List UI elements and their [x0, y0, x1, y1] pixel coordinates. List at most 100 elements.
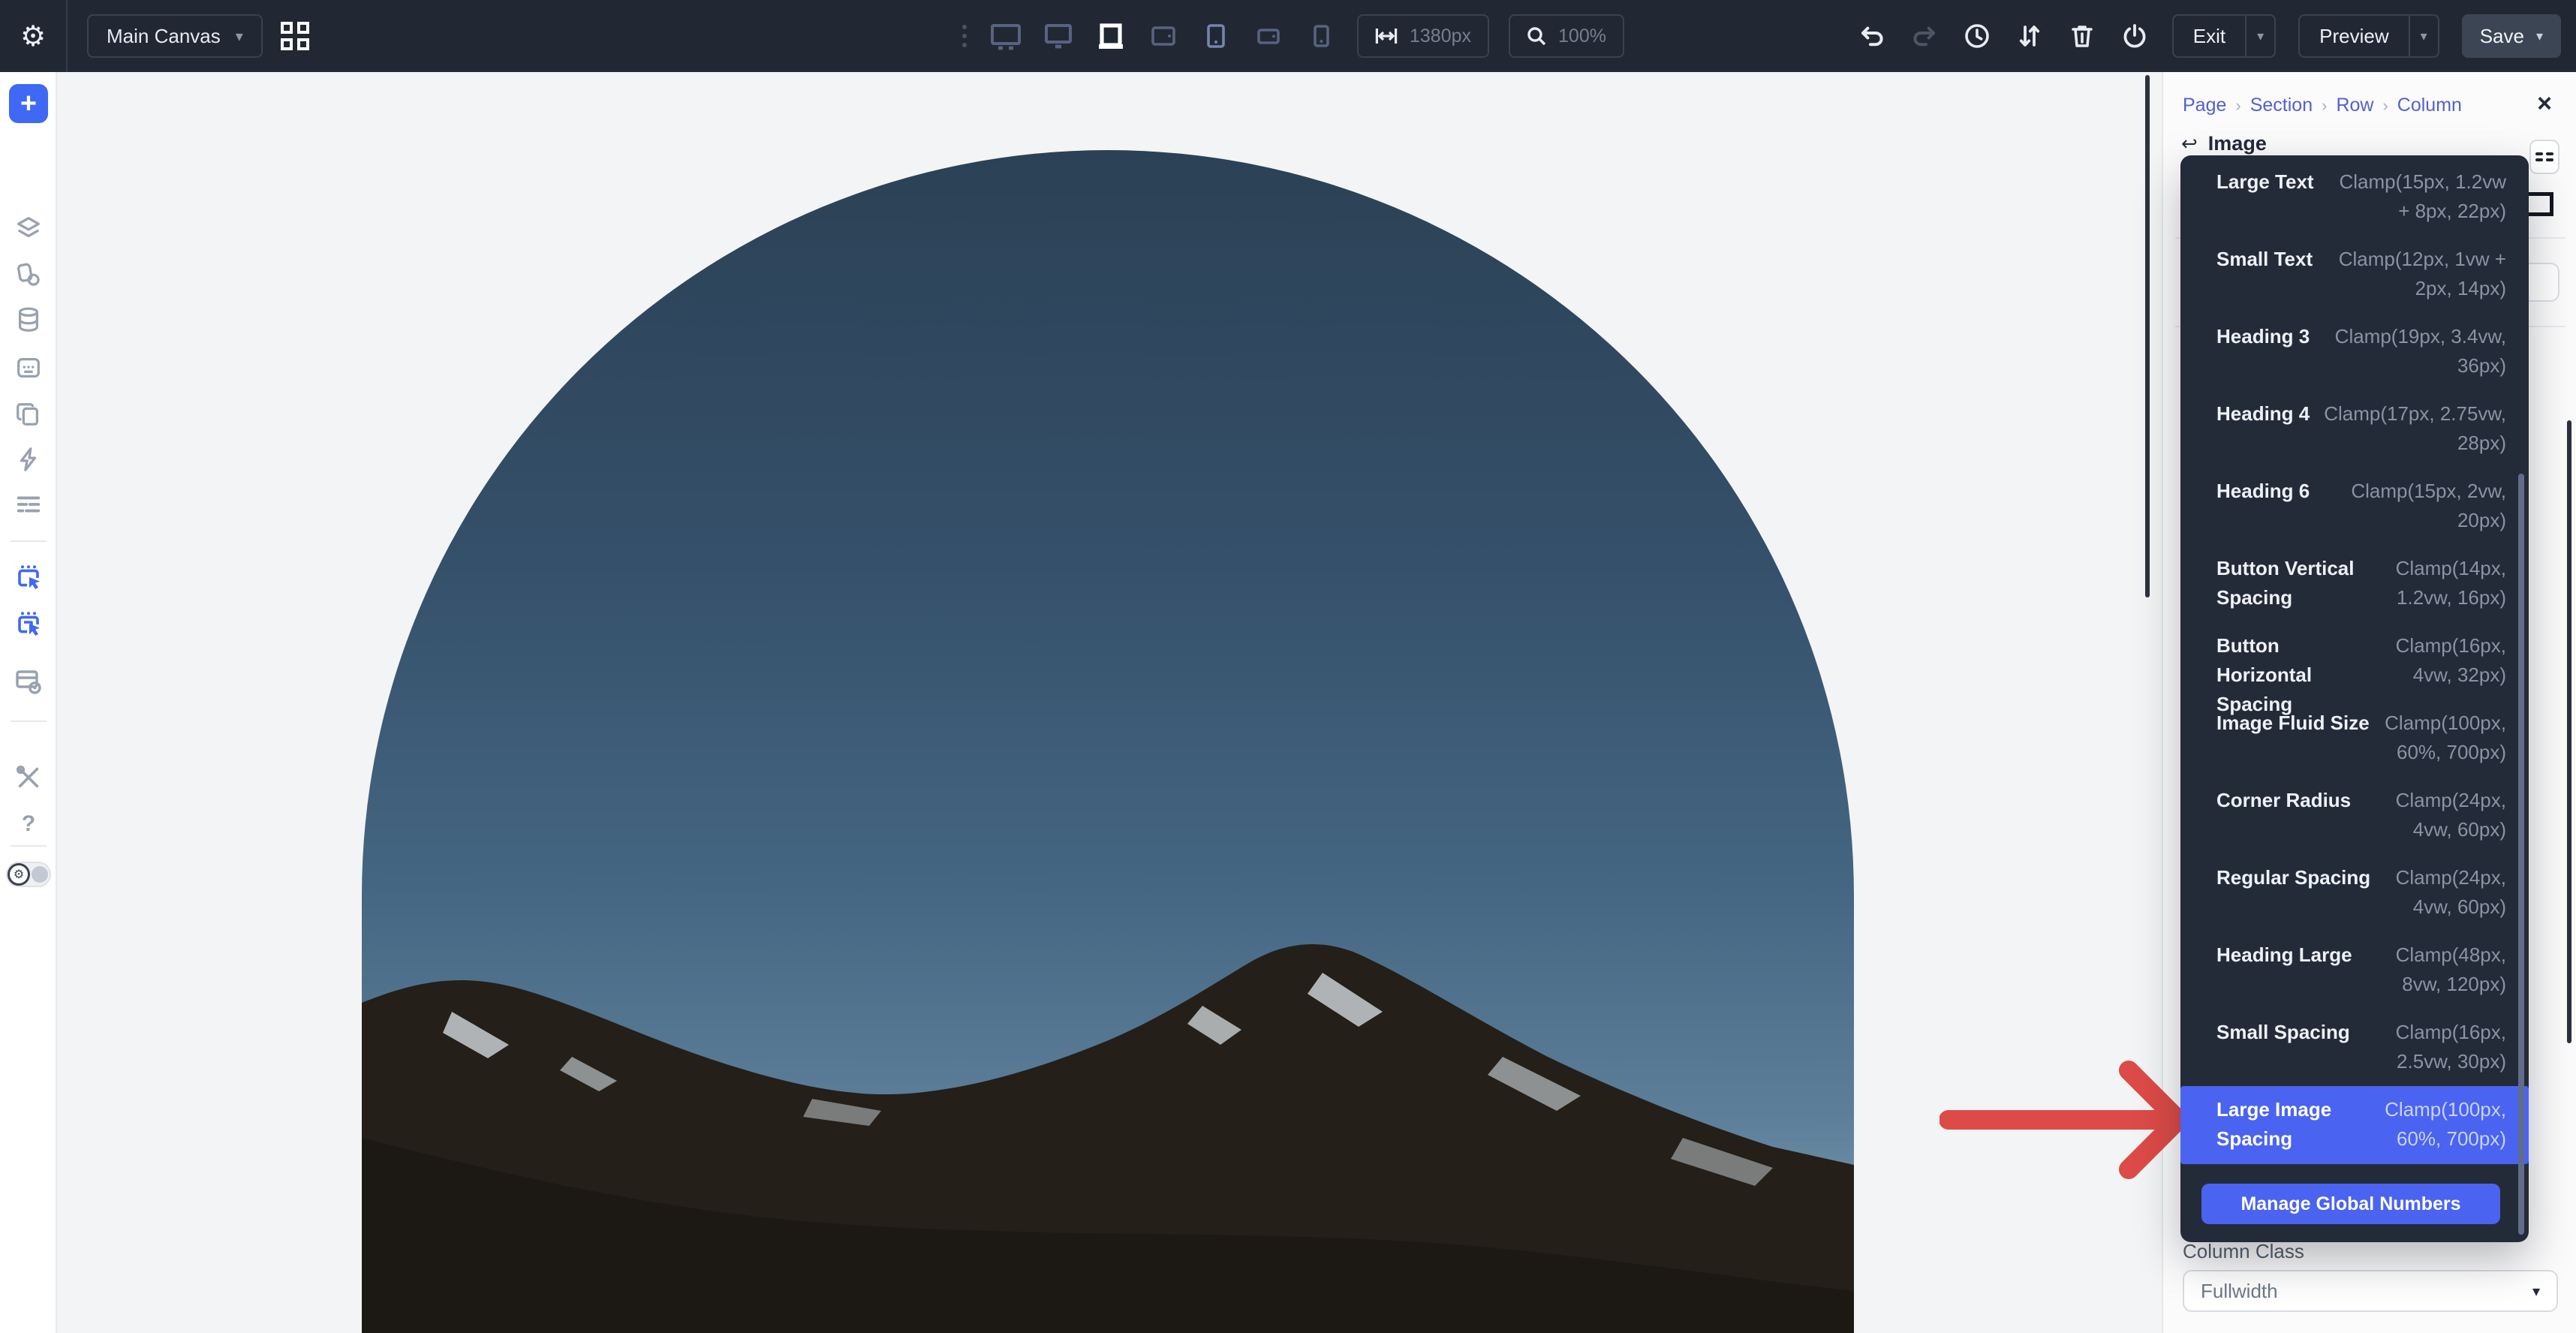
tools-icon[interactable]: [14, 763, 44, 793]
dots-icon: [2535, 152, 2553, 161]
breadcrumb-separator: ›: [2322, 96, 2327, 116]
panel-scrollbar[interactable]: [2567, 420, 2571, 1043]
interaction-select-icon[interactable]: [14, 563, 44, 593]
breadcrumb-column[interactable]: Column: [2397, 95, 2462, 116]
global-number-item[interactable]: Heading 3 Clamp(19px, 3.4vw, 36px): [2180, 313, 2529, 390]
global-number-label: Heading 3: [2216, 322, 2310, 351]
arch-image-block[interactable]: [362, 150, 1854, 1333]
layers-icon[interactable]: [14, 213, 44, 243]
editor-canvas[interactable]: [57, 72, 2162, 1333]
global-number-item[interactable]: Image Fluid SizeClamp(100px, 60%, 700px): [2180, 700, 2529, 777]
save-button[interactable]: Save ▾: [2462, 14, 2561, 58]
global-number-item[interactable]: Heading 6 Clamp(15px, 2vw, 20px): [2180, 468, 2529, 545]
global-number-item[interactable]: Heading LargeClamp(48px, 8vw, 120px): [2180, 931, 2529, 1009]
global-number-item-selected[interactable]: Large Image SpacingClamp(100px, 60%, 700…: [2180, 1086, 2529, 1164]
breadcrumb-page[interactable]: Page: [2183, 95, 2226, 116]
form-field-icon[interactable]: [14, 353, 44, 383]
global-number-label: Heading Large: [2216, 940, 2352, 970]
canvas-zoom-input[interactable]: 100%: [1509, 14, 1624, 58]
global-number-value: Clamp(16px, 2.5vw, 30px): [2362, 1018, 2506, 1076]
help-icon[interactable]: ?: [14, 809, 44, 839]
global-number-value: Clamp(15px, 2vw, 20px): [2322, 477, 2506, 535]
database-icon[interactable]: [14, 305, 44, 335]
global-number-label: Large Image Spacing: [2216, 1095, 2373, 1154]
panel-options-icon-button[interactable]: [2529, 140, 2559, 174]
copy-pages-icon[interactable]: [14, 399, 44, 429]
interaction-select-alt-icon[interactable]: [14, 609, 44, 639]
toggle-gear-icon: ⚙: [8, 863, 30, 886]
manage-global-numbers-button[interactable]: Manage Global Numbers: [2201, 1184, 2500, 1224]
device-desktop-icon[interactable]: [1042, 18, 1075, 54]
global-number-value: Clamp(14px, 1.2vw, 16px): [2391, 554, 2506, 612]
breadcrumb-section[interactable]: Section: [2250, 95, 2313, 116]
design-library-icon[interactable]: [14, 260, 44, 290]
device-toolbar: 1380px 100%: [962, 0, 1624, 72]
preview-button[interactable]: Preview: [2300, 16, 2408, 56]
preview-dropdown-caret[interactable]: ▾: [2409, 16, 2438, 56]
global-number-item[interactable]: Button Horizontal SpacingClamp(16px, 4vw…: [2180, 622, 2529, 700]
device-phone-landscape-icon[interactable]: [1252, 18, 1285, 54]
global-number-value: Clamp(12px, 1vw + 2px, 14px): [2325, 245, 2506, 303]
preview-split-button: Preview ▾: [2298, 14, 2439, 58]
device-tablet-landscape-icon[interactable]: [1147, 18, 1180, 54]
global-number-label: Small Spacing: [2216, 1018, 2350, 1047]
global-number-label: Heading 6: [2216, 477, 2310, 506]
global-number-item[interactable]: Large TextClamp(15px, 1.2vw + 8px, 22px): [2180, 158, 2529, 236]
global-numbers-dropdown: Large TextClamp(15px, 1.2vw + 8px, 22px)…: [2180, 155, 2529, 1242]
global-number-item[interactable]: Heading 4Clamp(17px, 2.75vw, 28px): [2180, 390, 2529, 468]
redo-icon[interactable]: [1909, 21, 1940, 51]
exit-button[interactable]: Exit: [2174, 16, 2245, 56]
global-number-label: Corner Radius: [2216, 786, 2351, 815]
global-number-item[interactable]: Corner Radius Clamp(24px, 4vw, 60px): [2180, 777, 2529, 854]
settings-mode-toggle[interactable]: ⚙: [6, 862, 51, 887]
device-tablet-portrait-icon[interactable]: [1199, 18, 1232, 54]
breadcrumb-row[interactable]: Row: [2336, 95, 2373, 116]
canvas-width-value: 1380px: [1410, 26, 1471, 47]
sort-arrows-icon[interactable]: [2015, 21, 2045, 51]
column-class-select[interactable]: Fullwidth ▾: [2183, 1270, 2558, 1312]
left-sidebar: +: [0, 72, 57, 1333]
canvas-width-input[interactable]: 1380px: [1357, 14, 1489, 58]
global-number-label: Button Horizontal Spacing: [2216, 631, 2379, 719]
trash-icon[interactable]: [2067, 21, 2097, 51]
global-number-value: Clamp(24px, 4vw, 60px): [2363, 786, 2506, 844]
add-block-button[interactable]: +: [9, 84, 48, 123]
width-arrows-icon: [1375, 27, 1398, 45]
global-number-item[interactable]: Small Spacing Clamp(16px, 2.5vw, 30px): [2180, 1009, 2529, 1086]
element-title: Image: [2208, 132, 2267, 155]
breadcrumb: Page › Section › Row › Column: [2183, 95, 2462, 116]
sidebar-divider: [11, 540, 47, 542]
device-desktop-large-icon[interactable]: [989, 18, 1022, 54]
breadcrumb-separator: ›: [2235, 96, 2240, 116]
close-panel-icon[interactable]: ×: [2529, 89, 2559, 119]
power-icon[interactable]: [2120, 21, 2150, 51]
global-number-value: Clamp(100px, 60%, 700px): [2385, 1095, 2506, 1154]
history-clock-icon[interactable]: [1962, 21, 1992, 51]
device-phone-portrait-icon[interactable]: [1305, 18, 1338, 54]
global-number-label: Button Vertical Spacing: [2216, 554, 2379, 612]
device-laptop-icon-active[interactable]: [1094, 18, 1127, 54]
grid-view-icon[interactable]: [281, 22, 309, 50]
canvas-selector-label: Main Canvas: [107, 25, 221, 48]
global-number-value: Clamp(19px, 3.4vw, 36px): [2322, 322, 2506, 381]
global-number-label: Large Text: [2216, 167, 2314, 197]
global-number-item[interactable]: Regular SpacingClamp(24px, 4vw, 60px): [2180, 854, 2529, 931]
column-class-value: Fullwidth: [2201, 1280, 2278, 1303]
canvas-scrollbar[interactable]: [2145, 75, 2150, 597]
lightning-icon[interactable]: [14, 444, 44, 474]
exit-dropdown-caret[interactable]: ▾: [2245, 16, 2274, 56]
canvas-selector-dropdown[interactable]: Main Canvas ▾: [87, 14, 263, 58]
back-arrow-icon[interactable]: ↩: [2181, 132, 2198, 155]
settings-gear-icon[interactable]: ⚙: [0, 20, 66, 53]
zoom-magnifier-icon: [1527, 26, 1546, 46]
window-settings-icon[interactable]: [14, 666, 44, 697]
drag-handle-icon[interactable]: [962, 25, 967, 47]
global-number-item[interactable]: Small TextClamp(12px, 1vw + 2px, 14px): [2180, 236, 2529, 313]
list-rows-icon[interactable]: [14, 489, 44, 519]
save-dropdown-caret[interactable]: ▾: [2536, 29, 2543, 44]
global-number-item[interactable]: Button Vertical SpacingClamp(14px, 1.2vw…: [2180, 545, 2529, 622]
dropdown-scrollbar[interactable]: [2518, 474, 2524, 1235]
undo-icon[interactable]: [1857, 21, 1887, 51]
sidebar-divider: [11, 845, 47, 847]
element-header: ↩ Image: [2181, 132, 2267, 155]
